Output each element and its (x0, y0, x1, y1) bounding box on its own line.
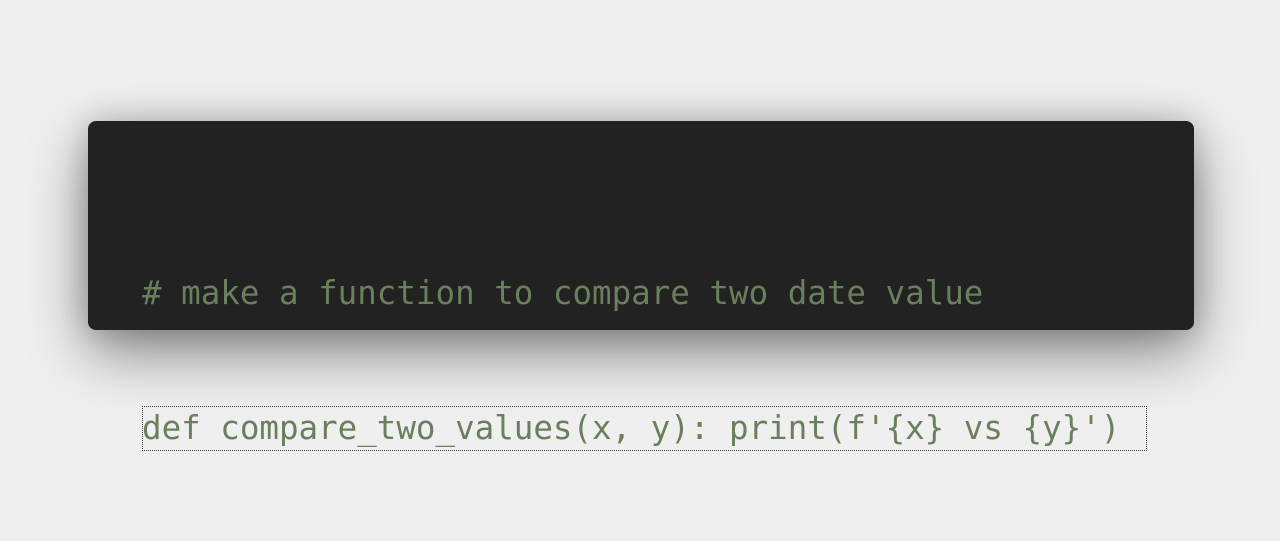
code-line-function[interactable]: def compare_two_values(x, y): print(f'{x… (142, 406, 1147, 451)
code-line-comment[interactable]: # make a function to compare two date va… (142, 271, 1147, 316)
code-editor-window: # make a function to compare two date va… (88, 121, 1194, 451)
code-block[interactable]: # make a function to compare two date va… (142, 181, 1147, 541)
